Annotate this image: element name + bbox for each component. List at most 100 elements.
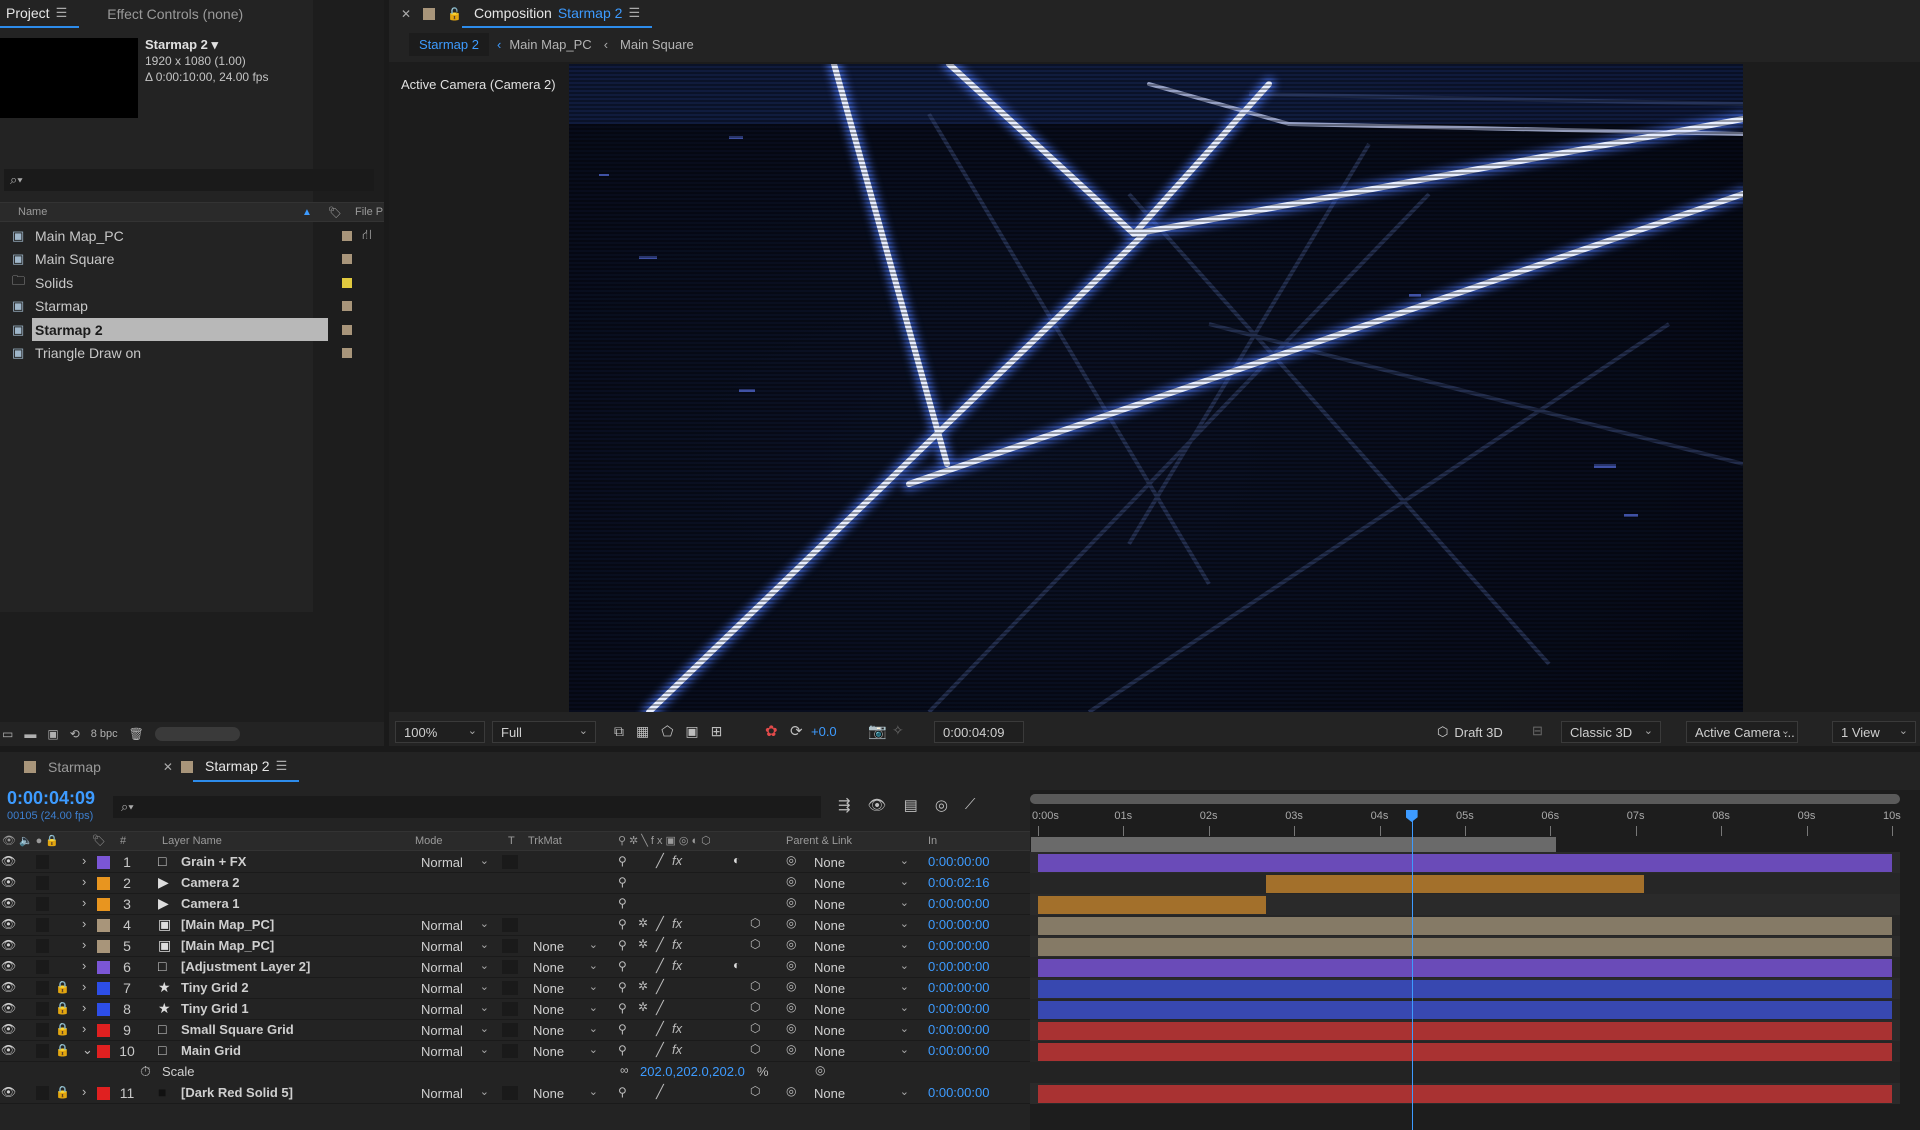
shy-switch-icon[interactable]: ⚲ [618, 854, 627, 868]
chevron-right-icon[interactable]: › [82, 1000, 86, 1015]
fx-switch-icon[interactable]: fx [672, 916, 682, 931]
layer-name[interactable]: Tiny Grid 1 [181, 1001, 249, 1016]
pickwhip-icon[interactable]: ◎ [786, 937, 796, 951]
3d-layer-switch-icon[interactable]: ⬡ [750, 1000, 760, 1014]
label-color-swatch[interactable] [342, 254, 352, 264]
project-search[interactable]: ⌕▾ [4, 169, 374, 191]
stopwatch-icon[interactable]: ⏱ [140, 1063, 151, 1080]
solo-box[interactable] [36, 876, 49, 890]
view-layout-dropdown[interactable]: 1 View ⌄ [1832, 721, 1916, 743]
pickwhip-icon[interactable]: ◎ [786, 1021, 796, 1035]
in-point[interactable]: 0:00:00:00 [928, 1085, 989, 1100]
label-color-swatch[interactable] [97, 1003, 110, 1016]
solo-box[interactable] [36, 1044, 49, 1058]
col-layer-name[interactable]: Layer Name [162, 835, 222, 847]
layer-name[interactable]: Camera 1 [181, 896, 240, 911]
in-point[interactable]: 0:00:02:16 [928, 875, 989, 890]
pickwhip-icon[interactable]: ◎ [786, 916, 796, 930]
solo-box[interactable] [36, 855, 49, 869]
bpc-label[interactable]: 8 bpc [91, 728, 118, 740]
fx-switch-icon[interactable]: fx [672, 1042, 682, 1057]
layer-duration-bar[interactable] [1038, 980, 1892, 998]
extended-viewer-icon[interactable]: ⊟ [1532, 723, 1543, 739]
comp-viewport[interactable] [569, 64, 1743, 712]
work-area-bar[interactable] [1031, 837, 1556, 852]
tab-composition[interactable]: Composition Starmap 2 ☰ [462, 0, 653, 28]
mode-dropdown[interactable]: Normal ⌄ [413, 936, 496, 956]
parent-dropdown[interactable]: None ⌄ [806, 894, 916, 914]
layer-duration-bar[interactable] [1038, 1001, 1892, 1019]
mask-visibility-icon[interactable]: ⬠ [661, 723, 673, 740]
trkmat-dropdown[interactable]: None ⌄ [525, 978, 605, 998]
label-color-swatch[interactable] [97, 877, 110, 890]
trkmat-dropdown[interactable]: None ⌄ [525, 1020, 605, 1040]
navigator-bar[interactable] [1030, 794, 1900, 804]
current-timecode[interactable]: 0:00:04:09 [7, 788, 95, 809]
label-color-swatch[interactable] [342, 324, 352, 335]
chevron-down-icon[interactable]: ⌄ [82, 1042, 93, 1058]
trkmat-dropdown[interactable]: None ⌄ [525, 936, 605, 956]
tab-project[interactable]: Project ☰ [0, 0, 80, 28]
in-point[interactable]: 0:00:00:00 [928, 854, 989, 869]
interpret-footage-icon[interactable]: ▭ [2, 727, 13, 741]
col-parent[interactable]: Parent & Link [786, 835, 852, 847]
eye-icon[interactable]: 👁 [1, 875, 16, 889]
preserve-transparency-box[interactable] [502, 918, 518, 932]
col-file[interactable]: File P [355, 206, 383, 218]
eye-icon[interactable]: 👁 [1, 854, 16, 868]
layer-name[interactable]: [Main Map_PC] [181, 938, 274, 953]
draft3d-toggle[interactable]: ⬡ Draft 3D [1429, 721, 1539, 743]
layer-row[interactable]: 👁 🔒 ⌄ 10 □ Main Grid Normal ⌄ None ⌄ ⚲ ╱ fx ⬡ ◎ None ⌄ 0:… [0, 1041, 1030, 1062]
layer-name[interactable]: Main Grid [181, 1043, 241, 1058]
channel-icon[interactable]: ✿ [765, 722, 778, 740]
lock-icon[interactable]: 🔓 [447, 7, 462, 21]
preserve-transparency-box[interactable] [502, 960, 518, 974]
eye-icon[interactable]: 👁 [1, 938, 16, 952]
layer-row[interactable]: 👁 🔒 › 11 ■ [Dark Red Solid 5] Normal ⌄ None ⌄ ⚲ ╱ ⬡ ◎… [0, 1083, 1030, 1104]
chevron-right-icon[interactable]: › [82, 853, 86, 868]
parent-dropdown[interactable]: None ⌄ [806, 999, 916, 1019]
3d-layer-switch-icon[interactable]: ⬡ [750, 1021, 760, 1035]
chevron-right-icon[interactable]: › [82, 958, 86, 973]
layer-duration-bar[interactable] [1038, 917, 1892, 935]
eye-icon[interactable]: 👁 [1, 980, 16, 994]
preserve-transparency-box[interactable] [502, 855, 518, 869]
pickwhip-icon[interactable]: ◎ [786, 1084, 796, 1098]
layer-duration-bar[interactable] [1038, 896, 1267, 914]
pickwhip-icon[interactable]: ◎ [786, 1042, 796, 1056]
grid-guides-icon[interactable]: ⊞ [711, 723, 723, 740]
label-color-swatch[interactable] [342, 301, 352, 311]
parent-dropdown[interactable]: None ⌄ [806, 1041, 916, 1061]
project-settings-icon[interactable]: ⟲ [70, 727, 80, 741]
property-row-scale[interactable]: ⏱ Scale ∞ 202.0,202.0,202.0% ◎ [0, 1062, 1030, 1083]
mode-dropdown[interactable]: Normal ⌄ [413, 999, 496, 1019]
trkmat-dropdown[interactable]: None ⌄ [525, 999, 605, 1019]
new-folder-icon[interactable]: ▬ [24, 727, 36, 741]
quality-switch-icon[interactable]: ╱ [656, 916, 664, 932]
shy-switch-icon[interactable]: ⚲ [618, 917, 627, 931]
chevron-right-icon[interactable]: › [82, 937, 86, 952]
expression-pickwhip-icon[interactable]: ◎ [815, 1063, 825, 1077]
pickwhip-icon[interactable]: ◎ [786, 874, 796, 888]
parent-dropdown[interactable]: None ⌄ [806, 1083, 916, 1103]
layer-name[interactable]: Tiny Grid 2 [181, 980, 249, 995]
project-item[interactable]: ▣ Main Map_PC [0, 224, 362, 247]
fx-switch-icon[interactable]: fx [672, 937, 682, 952]
label-color-swatch[interactable] [342, 348, 352, 358]
label-color-swatch[interactable] [97, 919, 110, 932]
shy-switch-icon[interactable]: ⚲ [618, 1043, 627, 1057]
breadcrumb-item-main-map[interactable]: Main Map_PC [509, 37, 591, 52]
pickwhip-icon[interactable]: ◎ [786, 1000, 796, 1014]
playhead[interactable] [1411, 810, 1413, 1130]
viewer-timecode[interactable]: 0:00:04:09 [934, 721, 1024, 743]
shy-switch-icon[interactable]: ⚲ [618, 980, 627, 994]
tab-effect-controls[interactable]: Effect Controls (none) [95, 0, 255, 28]
close-tab-icon[interactable]: ✕ [401, 7, 411, 21]
eye-icon[interactable]: 👁 [1, 896, 16, 910]
tab-starmap[interactable]: Starmap [36, 752, 113, 782]
quality-switch-icon[interactable]: ╱ [656, 853, 664, 869]
graph-editor-icon[interactable]: ⟋ [965, 796, 976, 814]
3d-layer-switch-icon[interactable]: ⬡ [750, 1042, 760, 1056]
pickwhip-icon[interactable]: ◎ [786, 895, 796, 909]
label-color-swatch[interactable] [97, 982, 110, 995]
